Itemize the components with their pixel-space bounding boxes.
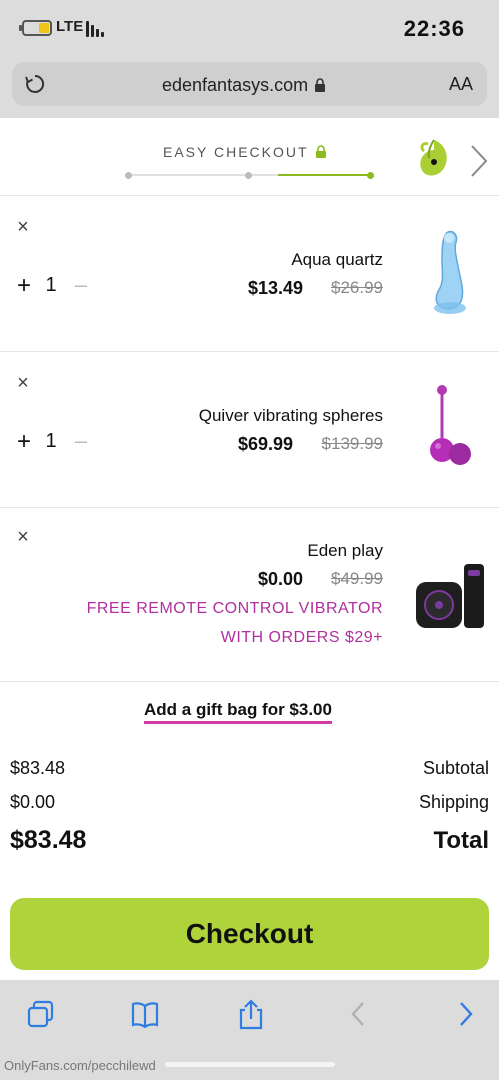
share-icon[interactable] (236, 998, 266, 1030)
lock-icon (315, 78, 326, 92)
text-size-button[interactable]: AA (449, 74, 473, 95)
quantity-increase-button[interactable]: + (14, 272, 34, 300)
cart-item: × Aqua quartz $26.99 $13.49 + 1 – (0, 196, 499, 352)
item-name[interactable]: Eden play (307, 541, 383, 561)
gift-bag-link[interactable]: Add a gift bag for $3.00 (144, 700, 332, 724)
url-text: edenfantasys.com (162, 74, 309, 95)
total-value: $83.48 (10, 826, 87, 854)
signal-icon (86, 21, 106, 37)
network-type: LTE (56, 18, 84, 35)
cart-item: × Quiver vibrating spheres $139.99 $69.9… (0, 352, 499, 508)
remove-item-button[interactable]: × (14, 217, 32, 237)
item-price: $69.99 (237, 434, 293, 454)
tabs-icon[interactable] (26, 998, 56, 1030)
back-icon[interactable] (344, 998, 374, 1030)
cart-item: × Eden play $49.99 $0.00 FREE REMOTE CON… (0, 508, 499, 682)
reload-icon[interactable] (24, 73, 46, 95)
bookmarks-icon[interactable] (130, 998, 160, 1030)
product-image[interactable] (414, 560, 490, 632)
lock-icon (315, 145, 326, 158)
promo-line-2: WITH ORDERS $29+ (220, 629, 383, 646)
address-bar[interactable]: edenfantasys.com AA (12, 62, 487, 106)
battery-level (39, 23, 49, 33)
subtotal-label: Subtotal (422, 758, 489, 778)
forward-icon[interactable] (450, 998, 480, 1030)
item-name[interactable]: Quiver vibrating spheres (199, 406, 383, 426)
eden-logo-icon[interactable] (416, 136, 452, 180)
subtotal-value: $83.48 (10, 758, 66, 778)
checkout-button[interactable]: Checkout (10, 898, 489, 970)
shipping-value: $0.00 (10, 792, 56, 812)
status-time: 22:36 (403, 16, 465, 41)
shipping-label: Shipping (418, 792, 489, 812)
progress-step-2 (245, 172, 252, 179)
item-price: $13.49 (247, 278, 303, 298)
quantity-increase-button[interactable]: + (14, 428, 34, 456)
promo-text: FREE REMOTE CONTROL VIBRATOR WITH ORDERS… (87, 594, 383, 652)
watermark-text: OnlyFans.com/pecchilewd (4, 1058, 156, 1073)
product-image[interactable] (420, 382, 480, 478)
checkout-title: EASY CHECKOUT (163, 144, 309, 160)
item-price: $0.00 (257, 569, 303, 589)
quantity-decrease-button[interactable]: – (72, 428, 90, 454)
battery-icon (19, 20, 52, 36)
progress-fill (278, 174, 372, 176)
item-old-price: $49.99 (331, 569, 383, 588)
easy-checkout-label: EASY CHECKOUT (163, 144, 327, 160)
remove-item-button[interactable]: × (14, 527, 32, 547)
checkout-header: EASY CHECKOUT (0, 118, 499, 196)
quantity-value: 1 (45, 274, 57, 296)
home-indicator (165, 1062, 335, 1067)
chevron-right-icon[interactable] (468, 144, 490, 178)
item-name[interactable]: Aqua quartz (291, 250, 383, 270)
quantity-value: 1 (45, 430, 57, 452)
promo-line-1: FREE REMOTE CONTROL VIBRATOR (86, 600, 383, 617)
product-image[interactable] (414, 226, 484, 318)
progress-step-3 (367, 172, 374, 179)
remove-item-button[interactable]: × (14, 373, 32, 393)
progress-step-1 (125, 172, 132, 179)
url-display[interactable]: edenfantasys.com (162, 74, 326, 96)
total-label: Total (433, 827, 489, 854)
browser-chrome: LTE 22:36 edenfantasys.com AA (0, 0, 499, 118)
status-bar: LTE 22:36 (0, 0, 499, 58)
item-old-price: $26.99 (331, 278, 383, 297)
quantity-decrease-button[interactable]: – (72, 272, 90, 298)
item-old-price: $139.99 (321, 434, 383, 453)
